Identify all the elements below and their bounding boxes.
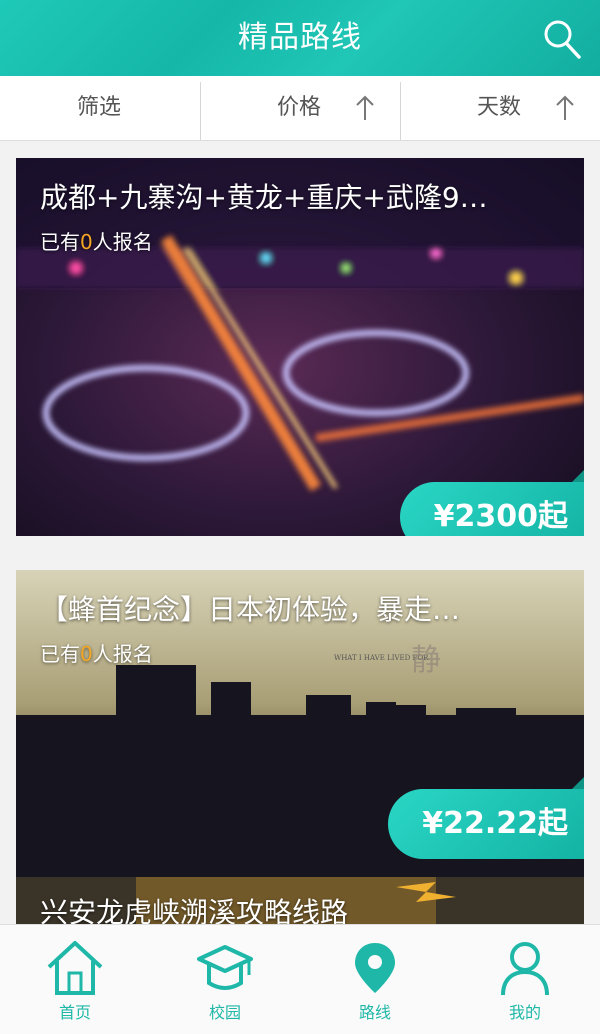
arrow-up-icon	[356, 95, 374, 120]
tab-label: 路线	[358, 1003, 391, 1022]
svg-text:静: 静	[411, 643, 441, 678]
price-tag: ¥2300起	[399, 482, 584, 536]
sort-days-label: 天数	[477, 95, 522, 120]
filter-button[interactable]: 筛选	[0, 76, 200, 140]
tab-label: 首页	[58, 1003, 91, 1022]
signup-number: 0	[80, 642, 93, 666]
sort-days-button[interactable]: 天数	[401, 76, 600, 140]
app-header: 精品路线	[0, 0, 600, 76]
route-card[interactable]: WHAT I HAVE LIVED FOR 静 【蜂首纪念】日本初体验，暴走… …	[16, 570, 584, 924]
signup-suffix: 人报名	[92, 230, 153, 254]
home-icon	[47, 941, 103, 995]
bottom-tab-bar: 首页 校园 路线 我的	[0, 924, 600, 1034]
sort-price-label: 价格	[277, 95, 322, 120]
tab-label: 我的	[508, 1003, 541, 1022]
signup-suffix: 人报名	[92, 642, 153, 666]
route-list[interactable]: 成都+九寨沟+黄龙+重庆+武隆9… 已有0人报名 ¥2300起 WHAT I H…	[0, 141, 600, 924]
search-button[interactable]	[542, 18, 582, 60]
price-tag: ¥22.22起	[388, 789, 584, 859]
location-pin-icon	[355, 943, 395, 993]
price-tag-fold	[572, 777, 584, 789]
route-title: 兴安龙虎峡溯溪攻略线路	[40, 896, 349, 924]
filter-label: 筛选	[77, 95, 122, 120]
signup-count: 已有0人报名	[40, 226, 153, 255]
arrow-up-icon	[556, 95, 574, 120]
filter-bar: 筛选 价格 天数	[0, 76, 600, 141]
route-title: 【蜂首纪念】日本初体验，暴走…	[40, 593, 461, 626]
tab-routes[interactable]: 路线	[300, 925, 450, 1034]
signup-count: 已有0人报名	[40, 638, 153, 667]
tab-campus[interactable]: 校园	[150, 925, 300, 1034]
tab-label: 校园	[208, 1003, 241, 1022]
user-icon	[501, 942, 549, 996]
sort-price-button[interactable]: 价格	[201, 76, 400, 140]
route-card[interactable]: 兴安龙虎峡溯溪攻略线路	[16, 877, 584, 924]
tab-home[interactable]: 首页	[0, 925, 150, 1034]
page-title: 精品路线	[238, 20, 362, 55]
signup-prefix: 已有	[40, 642, 80, 666]
price-tag-fold	[572, 470, 584, 482]
search-icon	[544, 20, 581, 59]
tab-mine[interactable]: 我的	[450, 925, 600, 1034]
signup-number: 0	[80, 230, 93, 254]
route-title: 成都+九寨沟+黄龙+重庆+武隆9…	[40, 181, 488, 214]
route-card[interactable]: 成都+九寨沟+黄龙+重庆+武隆9… 已有0人报名 ¥2300起	[16, 158, 584, 536]
signup-prefix: 已有	[40, 230, 80, 254]
graduation-cap-icon	[197, 945, 253, 990]
